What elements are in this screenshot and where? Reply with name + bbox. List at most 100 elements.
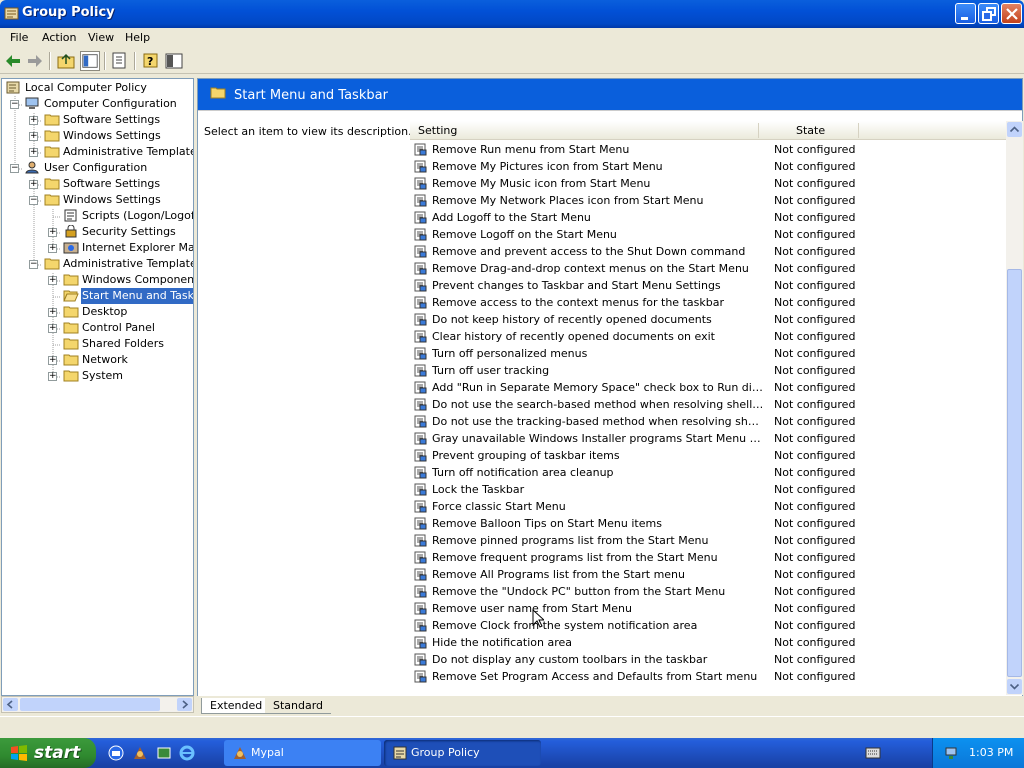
close-button[interactable] — [1001, 3, 1022, 24]
tree-item-windows-settings[interactable]: Windows Settings — [63, 192, 161, 208]
list-vertical-scrollbar[interactable] — [1006, 121, 1023, 695]
setting-row[interactable]: Lock the Taskbar Not configured — [410, 481, 1006, 498]
setting-row[interactable]: Do not display any custom toolbars in th… — [410, 651, 1006, 668]
setting-row[interactable]: Remove My Network Places icon from Start… — [410, 192, 1006, 209]
tree-item-internet-explorer-maint[interactable]: Internet Explorer Maint — [82, 240, 193, 256]
show-desktop-icon[interactable] — [156, 745, 172, 761]
tree-item-desktop[interactable]: Desktop — [82, 304, 127, 320]
tree-item-local-computer-policy[interactable]: Local Computer Policy — [25, 80, 147, 96]
minimize-button[interactable] — [955, 3, 976, 24]
expand-toggle[interactable]: + — [48, 276, 57, 285]
tree-item-software-settings[interactable]: Software Settings — [63, 112, 160, 128]
expand-toggle[interactable]: + — [29, 132, 38, 141]
tree-item-start-menu-and-taskbar[interactable]: Start Menu and Taskba — [81, 288, 193, 304]
taskbar-item-group-policy[interactable]: Group Policy — [384, 740, 541, 766]
start-button[interactable]: start — [0, 738, 96, 768]
internet-explorer-icon[interactable] — [179, 745, 195, 761]
setting-row[interactable]: Remove pinned programs list from the Sta… — [410, 532, 1006, 549]
help-icon[interactable]: ? — [141, 51, 161, 71]
collapse-toggle[interactable]: − — [29, 196, 38, 205]
setting-row[interactable]: Remove Clock from the system notificatio… — [410, 617, 1006, 634]
setting-row[interactable]: Remove the "Undock PC" button from the S… — [410, 583, 1006, 600]
setting-row[interactable]: Remove Set Program Access and Defaults f… — [410, 668, 1006, 685]
scroll-up-icon[interactable] — [1007, 122, 1022, 137]
expand-toggle[interactable]: + — [29, 116, 38, 125]
tree-horizontal-scrollbar[interactable] — [1, 696, 194, 713]
console-tree[interactable]: Local Computer Policy − Computer Configu… — [1, 78, 194, 696]
expand-toggle[interactable]: + — [48, 244, 57, 253]
expand-toggle[interactable]: + — [29, 180, 38, 189]
tree-item-shared-folders[interactable]: Shared Folders — [82, 336, 164, 352]
setting-row[interactable]: Do not keep history of recently opened d… — [410, 311, 1006, 328]
setting-row[interactable]: Remove All Programs list from the Start … — [410, 566, 1006, 583]
tab-standard[interactable]: Standard — [265, 698, 332, 714]
setting-row[interactable]: Remove Balloon Tips on Start Menu items N… — [410, 515, 1006, 532]
network-icon[interactable] — [943, 745, 959, 761]
show-hide-description-icon[interactable] — [164, 51, 184, 71]
expand-toggle[interactable]: + — [48, 372, 57, 381]
setting-row[interactable]: Remove user name from Start Menu Not conf… — [410, 600, 1006, 617]
setting-row[interactable]: Prevent grouping of taskbar items Not con… — [410, 447, 1006, 464]
column-state[interactable]: State — [796, 124, 825, 137]
menu-file[interactable]: File — [8, 30, 30, 45]
scroll-thumb[interactable] — [1007, 269, 1022, 677]
setting-row[interactable]: Prevent changes to Taskbar and Start Men… — [410, 277, 1006, 294]
setting-row[interactable]: Remove Run menu from Start Menu Not confi… — [410, 141, 1006, 158]
outlook-express-icon[interactable] — [108, 745, 124, 761]
column-setting[interactable]: Setting — [418, 124, 457, 137]
expand-toggle[interactable]: + — [48, 228, 57, 237]
expand-toggle[interactable]: + — [48, 356, 57, 365]
tree-item-control-panel[interactable]: Control Panel — [82, 320, 155, 336]
setting-row[interactable]: Add Logoff to the Start Menu Not configur… — [410, 209, 1006, 226]
restore-button[interactable] — [978, 3, 999, 24]
setting-row[interactable]: Remove frequent programs list from the S… — [410, 549, 1006, 566]
collapse-toggle[interactable]: − — [29, 260, 38, 269]
tree-item-windows-settings[interactable]: Windows Settings — [63, 128, 161, 144]
tree-item-scripts[interactable]: Scripts (Logon/Logoff) — [82, 208, 193, 224]
menu-view[interactable]: View — [86, 30, 116, 45]
taskbar-item-mypal[interactable]: Mypal — [224, 740, 381, 766]
scroll-left-icon[interactable] — [3, 698, 18, 711]
setting-row[interactable]: Do not use the tracking-based method whe… — [410, 413, 1006, 430]
setting-row[interactable]: Turn off personalized menus Not configure… — [410, 345, 1006, 362]
keyboard-icon[interactable] — [865, 747, 881, 759]
setting-row[interactable]: Remove Drag-and-drop context menus on th… — [410, 260, 1006, 277]
expand-toggle[interactable]: + — [48, 308, 57, 317]
up-one-level-icon[interactable] — [56, 51, 76, 71]
mypal-quicklaunch-icon[interactable] — [132, 745, 148, 761]
clock[interactable]: 1:03 PM — [969, 746, 1013, 759]
show-hide-tree-icon[interactable] — [80, 51, 100, 71]
setting-row[interactable]: Gray unavailable Windows Installer progr… — [410, 430, 1006, 447]
tree-item-network[interactable]: Network — [82, 352, 128, 368]
settings-list[interactable]: Setting State Remove Run menu from Start… — [410, 121, 1006, 695]
tree-item-security-settings[interactable]: Security Settings — [82, 224, 176, 240]
tab-extended[interactable]: Extended — [201, 698, 272, 714]
setting-row[interactable]: Remove and prevent access to the Shut Do… — [410, 243, 1006, 260]
menu-help[interactable]: Help — [123, 30, 152, 45]
tree-item-system[interactable]: System — [82, 368, 123, 384]
tree-item-computer-configuration[interactable]: Computer Configuration — [44, 96, 177, 112]
collapse-toggle[interactable]: − — [10, 164, 19, 173]
expand-toggle[interactable]: + — [48, 324, 57, 333]
title-bar[interactable]: Group Policy — [0, 0, 1024, 28]
back-arrow-icon[interactable] — [3, 51, 23, 71]
scroll-thumb[interactable] — [20, 698, 160, 711]
tree-item-windows-components[interactable]: Windows Components — [82, 272, 193, 288]
tree-item-administrative-templates[interactable]: Administrative Templates — [63, 144, 193, 160]
setting-row[interactable]: Clear history of recently opened documen… — [410, 328, 1006, 345]
setting-row[interactable]: Add "Run in Separate Memory Space" check… — [410, 379, 1006, 396]
scroll-down-icon[interactable] — [1007, 679, 1022, 694]
setting-row[interactable]: Remove Logoff on the Start Menu Not confi… — [410, 226, 1006, 243]
collapse-toggle[interactable]: − — [10, 100, 19, 109]
tree-item-administrative-templates[interactable]: Administrative Templates — [63, 256, 193, 272]
expand-toggle[interactable]: + — [29, 148, 38, 157]
setting-row[interactable]: Remove access to the context menus for t… — [410, 294, 1006, 311]
setting-row[interactable]: Remove My Music icon from Start Menu Not … — [410, 175, 1006, 192]
forward-arrow-icon[interactable] — [25, 51, 45, 71]
export-list-icon[interactable] — [110, 51, 130, 71]
setting-row[interactable]: Turn off user tracking Not configured — [410, 362, 1006, 379]
setting-row[interactable]: Turn off notification area cleanup Not co… — [410, 464, 1006, 481]
menu-action[interactable]: Action — [40, 30, 78, 45]
setting-row[interactable]: Hide the notification area Not configured — [410, 634, 1006, 651]
setting-row[interactable]: Remove My Pictures icon from Start Menu N… — [410, 158, 1006, 175]
